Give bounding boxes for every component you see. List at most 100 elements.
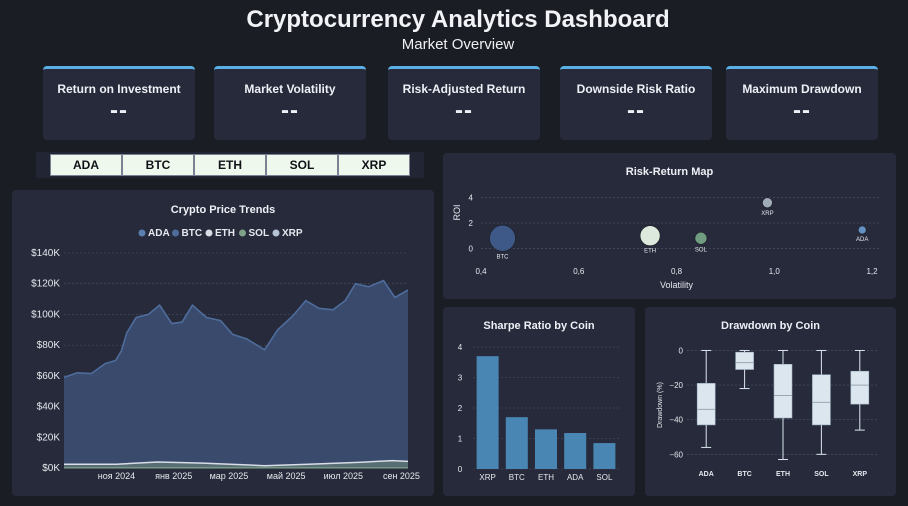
kpi-label: Maximum Drawdown — [742, 82, 862, 96]
y-tick-label: $60K — [37, 371, 61, 382]
x-tick-label: 0,6 — [573, 267, 585, 276]
page-subtitle: Market Overview — [401, 36, 515, 53]
y-tick-label: 4 — [458, 343, 463, 352]
bar-sol — [593, 443, 616, 469]
x-tick-label: ETH — [776, 471, 790, 478]
bar-btc — [505, 417, 528, 469]
x-tick-label: SOL — [814, 471, 829, 478]
y-tick-label: $120K — [31, 279, 60, 290]
x-tick-label: 0,4 — [475, 267, 487, 276]
x-tick-label: янв 2025 — [155, 471, 192, 481]
kpi-label: Downside Risk Ratio — [576, 82, 696, 96]
y-tick-label: $80K — [37, 340, 61, 351]
bar-ada — [564, 433, 587, 469]
legend-marker — [172, 229, 179, 237]
coin-button-xrp[interactable]: XRP — [338, 154, 410, 176]
x-tick-label: май 2025 — [267, 471, 306, 481]
y-tick-label: 2 — [458, 404, 463, 413]
y-tick-label: $0K — [42, 463, 60, 474]
x-tick-label: 1,2 — [866, 267, 878, 276]
scatter-point-eth — [639, 225, 661, 247]
box-btc — [735, 351, 754, 370]
legend-marker — [205, 229, 213, 237]
y-tick-label: 2 — [469, 219, 474, 228]
legend-label: ADA — [148, 228, 170, 239]
coin-selector: ADA BTC ETH SOL XRP — [36, 152, 424, 178]
coin-button-sol[interactable]: SOL — [266, 154, 338, 176]
kpi-label: Return on Investment — [57, 82, 181, 96]
y-tick-label: 0 — [458, 465, 463, 474]
box-sol — [812, 374, 831, 426]
coin-button-btc[interactable]: BTC — [122, 154, 194, 176]
y-tick-label: $140K — [31, 248, 60, 259]
scatter-label: SOL — [695, 247, 708, 253]
sharpe-panel: Sharpe Ratio by Coin 0 1 2 3 4 XRP BTC ETH ADA SO… — [443, 307, 635, 496]
box-ada — [696, 383, 716, 426]
scatter-point-btc — [489, 224, 516, 252]
legend-marker — [239, 229, 246, 237]
coin-button-ada[interactable]: ADA — [50, 154, 122, 176]
box-eth — [773, 364, 793, 419]
x-tick-label: SOL — [596, 473, 613, 482]
y-tick-label: −60 — [669, 450, 683, 459]
x-tick-label: 0,8 — [671, 267, 683, 276]
sharpe-chart: 0 1 2 3 4 XRP BTC ETH ADA SOL — [458, 343, 619, 482]
x-tick-label: ETH — [538, 473, 554, 482]
bar-eth — [535, 429, 557, 469]
scatter-point-xrp — [762, 197, 773, 209]
kpi-card-drawdown: Maximum Drawdown -- — [726, 66, 878, 140]
x-axis-label: Volatility — [660, 280, 694, 290]
scatter-point-ada — [857, 225, 867, 235]
kpi-card-volatility: Market Volatility -- — [214, 66, 366, 140]
y-axis-label: ROI — [452, 204, 462, 220]
price-trends-panel: Crypto Price Trends $0K $20K $40K $60K $80K $… — [12, 190, 434, 496]
y-tick-label: 1 — [458, 435, 463, 444]
y-tick-label: −40 — [669, 416, 683, 425]
scatter-label: ETH — [644, 249, 656, 255]
legend-label: XRP — [282, 228, 303, 239]
scatter-label: ADA — [856, 237, 868, 243]
scatter-label: XRP — [761, 211, 773, 217]
x-tick-label: XRP — [479, 473, 495, 482]
y-tick-label: 4 — [469, 194, 474, 203]
drawdown-panel: Drawdown by Coin 0 −20 −40 −60 Drawdown (%) A… — [645, 307, 896, 496]
legend-marker — [138, 229, 146, 237]
coin-button-eth[interactable]: ETH — [194, 154, 266, 176]
x-tick-label: BTC — [509, 473, 525, 482]
kpi-value: -- — [793, 97, 811, 124]
y-tick-label: $20K — [37, 432, 61, 443]
legend-label: BTC — [182, 228, 203, 239]
kpi-label: Risk-Adjusted Return — [402, 82, 526, 96]
x-tick-label: июл 2025 — [324, 471, 363, 481]
risk-return-panel: Risk-Return Map 0 2 4 0,4 0,6 0,8 1,0 1,2 Volati… — [443, 153, 896, 299]
y-tick-label: 3 — [458, 374, 463, 383]
x-tick-label: XRP — [853, 471, 868, 478]
price-trends-chart: $0K $20K $40K $60K $80K $100K $120K $140K ноя 20… — [31, 228, 420, 481]
kpi-label: Market Volatility — [244, 82, 336, 96]
bar-xrp — [476, 356, 499, 469]
drawdown-chart: 0 −20 −40 −60 Drawdown (%) ADA BTC ETH SOL XRP — [657, 346, 879, 478]
risk-return-chart: 0 2 4 0,4 0,6 0,8 1,0 1,2 Volatility ROI BTC ETH SOL… — [452, 194, 880, 290]
kpi-value: -- — [110, 97, 128, 124]
y-tick-label: 0 — [469, 244, 474, 253]
kpi-value: -- — [281, 97, 299, 124]
y-tick-label: $100K — [31, 309, 60, 320]
kpi-card-downside: Downside Risk Ratio -- — [560, 66, 712, 140]
x-tick-label: ADA — [699, 471, 714, 478]
scatter-point-sol — [694, 231, 708, 245]
x-tick-label: мар 2025 — [210, 471, 249, 481]
kpi-card-roi: Return on Investment -- — [43, 66, 195, 140]
x-tick-label: 1,0 — [769, 267, 781, 276]
legend-marker — [272, 229, 280, 237]
legend-label: SOL — [249, 228, 270, 239]
series-area-btc — [64, 280, 408, 468]
kpi-card-risk-adjusted: Risk-Adjusted Return -- — [388, 66, 540, 140]
y-axis-label: Drawdown (%) — [657, 382, 664, 428]
page-title: Cryptocurrency Analytics Dashboard — [246, 6, 670, 33]
scatter-label: BTC — [497, 254, 510, 260]
x-tick-label: BTC — [737, 471, 751, 478]
kpi-value: -- — [455, 97, 473, 124]
x-tick-label: ADA — [567, 473, 584, 482]
box-xrp — [850, 370, 870, 405]
x-tick-label: ноя 2024 — [98, 471, 135, 481]
